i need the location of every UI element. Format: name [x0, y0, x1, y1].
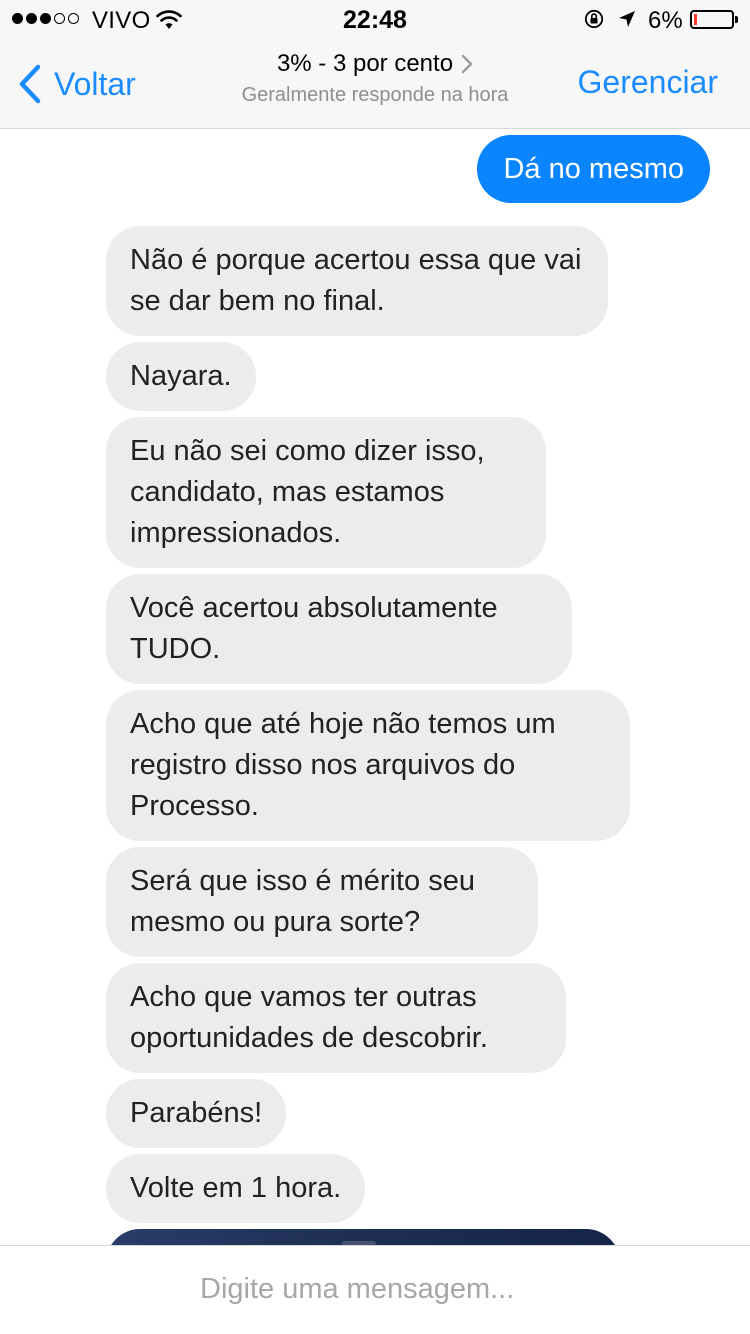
composer-bar [0, 1245, 750, 1334]
battery-percent: 6% [648, 7, 683, 34]
back-button[interactable]: Voltar [16, 62, 136, 106]
messenger-screen: VIVO 22:48 6% Voltar 3% - 3 por cento Ge… [0, 0, 750, 1334]
battery-icon [690, 10, 738, 29]
chevron-left-icon [19, 64, 41, 104]
location-arrow-icon [619, 11, 635, 27]
status-time: 22:48 [343, 6, 407, 34]
incoming-message: Parabéns! [106, 1079, 287, 1148]
incoming-message: Será que isso é mérito seu mesmo ou pura… [106, 847, 538, 957]
manage-button[interactable]: Gerenciar [578, 64, 719, 101]
incoming-message: Volte em 1 hora. [106, 1154, 366, 1223]
rotation-lock-icon [584, 9, 604, 29]
incoming-message-group: Não é porque acertou essa que vai se dar… [106, 226, 666, 1246]
incoming-message: Você acertou absolutamente TUDO. [106, 574, 572, 684]
conversation-title[interactable]: 3% - 3 por cento Geralmente responde na … [180, 50, 570, 107]
message-list[interactable]: Dá no mesmo Não é porque acertou essa qu… [0, 129, 750, 1246]
top-chrome: VIVO 22:48 6% Voltar 3% - 3 por cento Ge… [0, 0, 750, 129]
back-label: Voltar [54, 65, 136, 102]
incoming-message: Eu não sei como dizer isso, candidato, m… [106, 417, 546, 568]
chevron-right-icon [461, 54, 473, 74]
outgoing-message: Dá no mesmo [477, 135, 710, 203]
response-time-subtitle: Geralmente responde na hora [241, 84, 509, 106]
image-attachment[interactable] [106, 1229, 620, 1246]
incoming-message: Nayara. [106, 342, 256, 411]
message-input[interactable] [200, 1266, 700, 1312]
incoming-message: Acho que vamos ter outras oportunidades … [106, 963, 566, 1073]
incoming-message: Não é porque acertou essa que vai se dar… [106, 226, 608, 336]
incoming-message: Acho que até hoje não temos um registro … [106, 690, 630, 841]
contact-name: 3% - 3 por cento [276, 50, 454, 77]
status-bar: VIVO 22:48 6% [0, 0, 750, 40]
